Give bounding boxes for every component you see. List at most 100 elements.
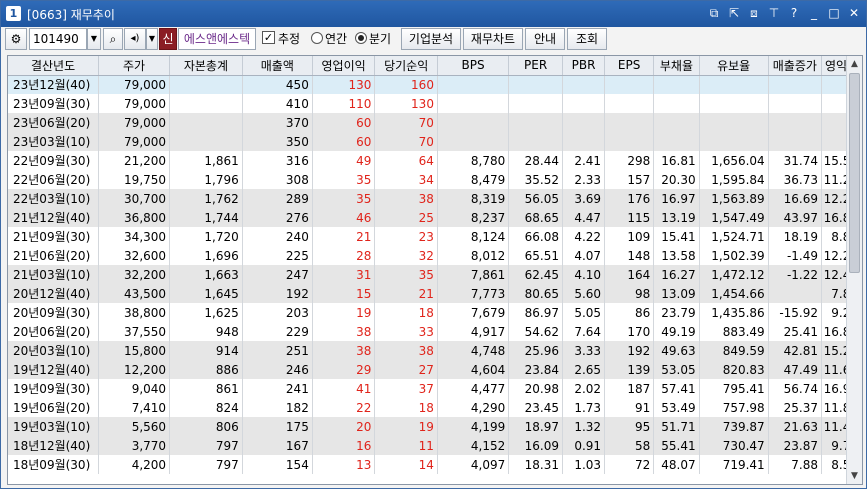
pin2-icon[interactable]: ⊤	[766, 5, 782, 21]
help-icon[interactable]: ?	[786, 5, 802, 21]
column-header[interactable]: 결산년도	[8, 56, 100, 76]
table-cell: 757.98	[699, 398, 769, 417]
search-icon[interactable]: ⌕	[103, 28, 123, 50]
company-analysis-button[interactable]: 기업분석	[401, 28, 461, 50]
column-header[interactable]: 영업이익	[312, 56, 376, 76]
popout-icon[interactable]: ⧈	[746, 5, 762, 21]
table-cell: 31	[312, 265, 376, 284]
table-row[interactable]: 23년09월(30) 79,000 410 110 130	[8, 94, 862, 113]
table-row[interactable]: 19년12월(40) 12,200 886 246 29 27 4,604 23.84 2.65…	[8, 360, 862, 379]
chevron-down-icon[interactable]: ▼	[87, 28, 101, 50]
table-row[interactable]: 20년06월(20) 37,550 948 229 38 33 4,917 54.62 7.64…	[8, 322, 862, 341]
table-cell: 1,696	[169, 246, 243, 265]
column-header[interactable]: 주가	[98, 56, 171, 76]
column-header[interactable]: 자본총계	[169, 56, 243, 76]
financial-chart-button[interactable]: 재무차트	[463, 28, 523, 50]
table-cell: 91	[604, 398, 655, 417]
table-row[interactable]: 19년03월(10) 5,560 806 175 20 19 4,199 18.97 1.32 9…	[8, 417, 862, 436]
table-cell: 861	[169, 379, 243, 398]
scroll-thumb[interactable]	[849, 73, 860, 273]
table-row[interactable]: 21년06월(20) 32,600 1,696 225 28 32 8,012 65.51 4.…	[8, 246, 862, 265]
table-row[interactable]: 19년09월(30) 9,040 861 241 41 37 4,477 20.98 2.02 1…	[8, 379, 862, 398]
table-cell: 23년06월(20)	[8, 113, 100, 132]
table-row[interactable]: 19년06월(20) 7,410 824 182 22 18 4,290 23.45 1.73 9…	[8, 398, 862, 417]
table-cell	[437, 132, 510, 151]
table-cell: 15	[312, 284, 376, 303]
table-cell	[169, 75, 243, 94]
table-row[interactable]: 22년06월(20) 19,750 1,796 308 35 34 8,479 35.52 2.…	[8, 170, 862, 189]
column-header[interactable]: 매출증가	[768, 56, 823, 76]
sound-dropdown-icon[interactable]: ▼	[146, 28, 158, 50]
table-cell: 914	[169, 341, 243, 360]
column-header[interactable]: 유보율	[699, 56, 769, 76]
table-row[interactable]: 23년12월(40) 79,000 450 130 160	[8, 75, 862, 94]
scroll-down-icon[interactable]: ▼	[848, 469, 861, 483]
table-cell: 16.81	[653, 151, 700, 170]
table-row[interactable]: 21년09월(30) 34,300 1,720 240 21 23 8,124 66.08 4.…	[8, 227, 862, 246]
table-cell: 20.98	[508, 379, 563, 398]
estimate-checkbox[interactable]: ✓	[262, 31, 275, 44]
guide-button[interactable]: 안내	[525, 28, 565, 50]
link-icon[interactable]: ⧉	[706, 5, 722, 21]
close-icon[interactable]: ✕	[846, 5, 862, 21]
table-cell: 225	[242, 246, 313, 265]
table-cell: 1,502.39	[699, 246, 769, 265]
table-cell: 35	[374, 265, 438, 284]
table-row[interactable]: 21년12월(40) 36,800 1,744 276 46 25 8,237 68.65 4.…	[8, 208, 862, 227]
column-header[interactable]: 매출액	[242, 56, 313, 76]
table-cell: 148	[604, 246, 655, 265]
column-header[interactable]: 부채율	[653, 56, 700, 76]
query-button[interactable]: 조회	[567, 28, 607, 50]
table-cell: 164	[604, 265, 655, 284]
table-row[interactable]: 18년09월(30) 4,200 797 154 13 14 4,097 18.31 1.03 7…	[8, 455, 862, 474]
column-header[interactable]: PBR	[562, 56, 606, 76]
table-cell: 62.45	[508, 265, 563, 284]
table-cell: 98	[604, 284, 655, 303]
stock-code-input[interactable]: 101490	[29, 28, 87, 50]
table-cell: 8,319	[437, 189, 510, 208]
table-row[interactable]: 20년09월(30) 38,800 1,625 203 19 18 7,679 86.97 5.…	[8, 303, 862, 322]
table-cell: 730.47	[699, 436, 769, 455]
scroll-up-icon[interactable]: ▲	[848, 57, 861, 71]
table-cell: 19년09월(30)	[8, 379, 100, 398]
table-cell: 32,200	[98, 265, 171, 284]
table-cell: 31.74	[768, 151, 823, 170]
column-header[interactable]: PER	[508, 56, 563, 76]
table-row[interactable]: 21년03월(10) 32,200 1,663 247 31 35 7,861 62.45 4.…	[8, 265, 862, 284]
vertical-scrollbar[interactable]: ▲ ▼	[846, 56, 862, 484]
table-cell: 22년06월(20)	[8, 170, 100, 189]
sound-icon[interactable]: ◂)	[124, 28, 146, 50]
table-cell: 21.63	[768, 417, 823, 436]
settings-icon[interactable]: ⚙	[5, 28, 27, 50]
table-row[interactable]: 20년03월(10) 15,800 914 251 38 38 4,748 25.96 3.33…	[8, 341, 862, 360]
table-cell	[653, 94, 700, 113]
table-cell	[437, 113, 510, 132]
maximize-icon[interactable]: □	[826, 5, 842, 21]
table-cell: 1,861	[169, 151, 243, 170]
table-cell: 32,600	[98, 246, 171, 265]
column-header[interactable]: EPS	[604, 56, 655, 76]
table-cell: 23년12월(40)	[8, 75, 100, 94]
annual-radio[interactable]	[311, 32, 323, 44]
table-cell: 2.33	[562, 170, 606, 189]
table-cell: 167	[242, 436, 313, 455]
table-cell: 21년12월(40)	[8, 208, 100, 227]
pin-icon[interactable]: ⇱	[726, 5, 742, 21]
column-header[interactable]: 당기순익	[374, 56, 438, 76]
table-row[interactable]: 23년06월(20) 79,000 370 60 70	[8, 113, 862, 132]
table-cell: 33	[374, 322, 438, 341]
table-cell: 21년06월(20)	[8, 246, 100, 265]
table-row[interactable]: 22년03월(10) 30,700 1,762 289 35 38 8,319 56.05 3.…	[8, 189, 862, 208]
table-row[interactable]: 23년03월(10) 79,000 350 60 70	[8, 132, 862, 151]
table-cell: 38	[374, 189, 438, 208]
table-cell: 18.97	[508, 417, 563, 436]
table-row[interactable]: 22년09월(30) 21,200 1,861 316 49 64 8,780 28.44 2.…	[8, 151, 862, 170]
table-cell	[768, 284, 823, 303]
quarterly-radio[interactable]	[355, 32, 367, 44]
minimize-icon[interactable]: _	[806, 5, 822, 21]
table-cell: 28.44	[508, 151, 563, 170]
column-header[interactable]: BPS	[437, 56, 510, 76]
table-row[interactable]: 20년12월(40) 43,500 1,645 192 15 21 7,773 80.65 5.…	[8, 284, 862, 303]
table-cell	[169, 113, 243, 132]
table-row[interactable]: 18년12월(40) 3,770 797 167 16 11 4,152 16.09 0.91 5…	[8, 436, 862, 455]
